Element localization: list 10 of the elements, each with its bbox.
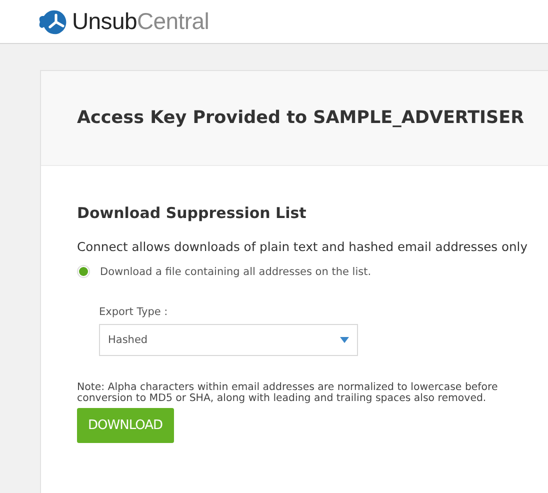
caret-icon	[340, 337, 349, 343]
export-type-dropdown[interactable]: Hashed	[99, 324, 358, 356]
field-label: Export Type :	[99, 306, 169, 318]
section-title: Download Suppression List	[77, 204, 308, 222]
intro-text: Connect allows downloads of plain text and hashed email addresses only	[77, 240, 528, 254]
logo-text: UnsubCentral	[72, 8, 210, 35]
card-title: Access Key Provided to SAMPLE_ADVERTISER	[77, 108, 524, 128]
note-text: Note: Alpha characters within email addresses are normalized to lowercase before conversion to MD5 or SHA, along with leading and trailing spaces also removed.	[77, 382, 499, 404]
option-label[interactable]: Download a file containing all addresses on the list.	[100, 266, 372, 278]
radio-button[interactable]	[77, 265, 90, 278]
